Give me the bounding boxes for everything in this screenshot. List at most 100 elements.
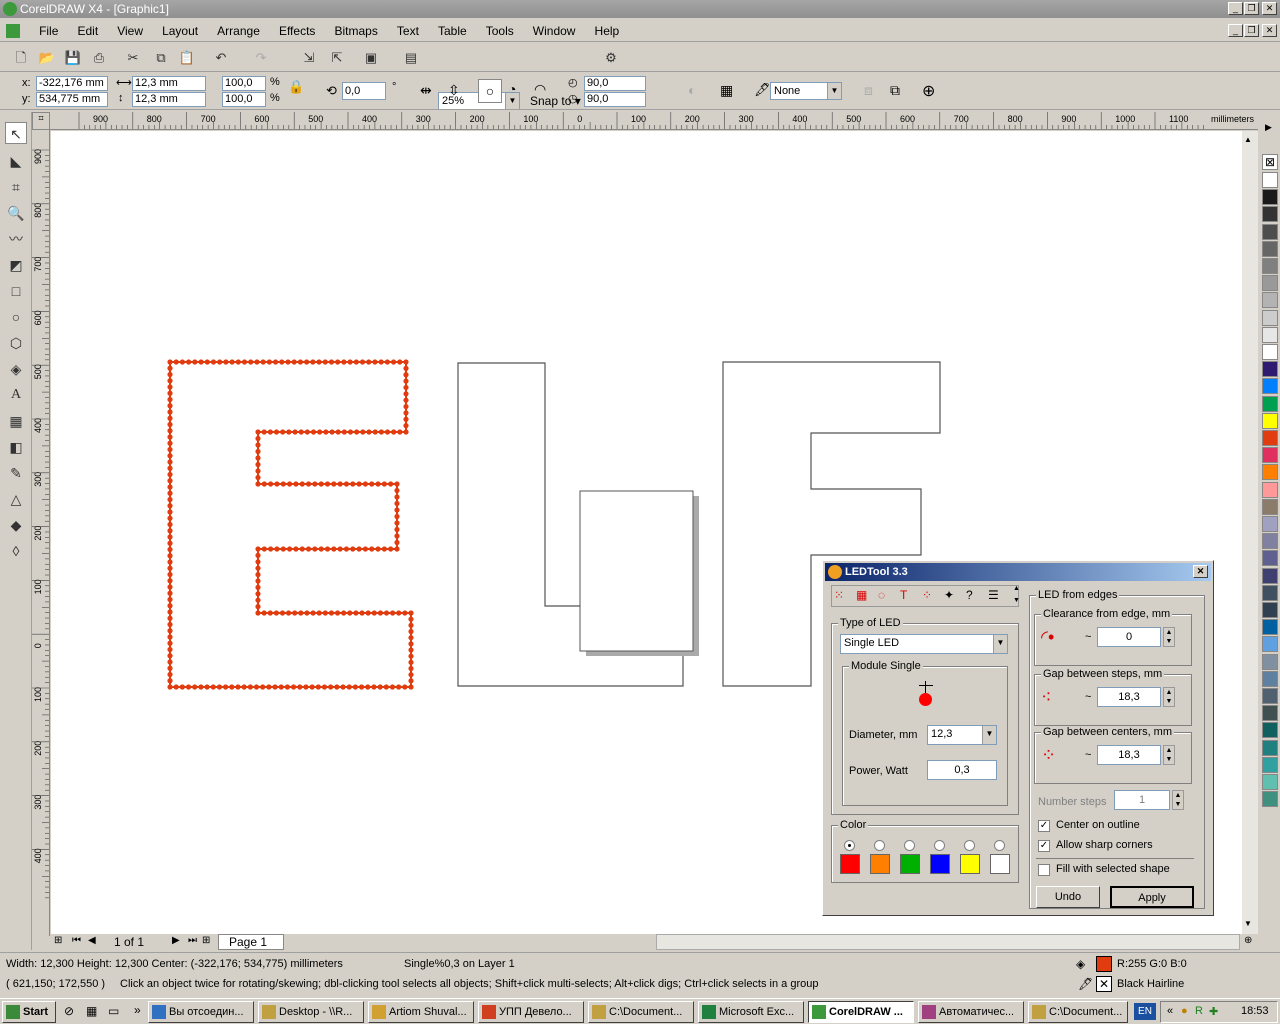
mirror-horizontal-icon[interactable]: ⇹ bbox=[420, 82, 432, 99]
color-radio-green[interactable] bbox=[904, 840, 915, 851]
width-field[interactable]: 12,3 mm bbox=[132, 76, 206, 91]
doc-minimize-button[interactable]: _ bbox=[1228, 24, 1243, 37]
palette-swatch[interactable] bbox=[1262, 602, 1278, 618]
menu-layout[interactable]: Layout bbox=[154, 20, 206, 42]
gap-centers-field[interactable]: 18,3 bbox=[1097, 745, 1161, 765]
menu-table[interactable]: Table bbox=[430, 20, 475, 42]
to-back-icon[interactable]: ⧈ bbox=[864, 82, 873, 99]
start-button[interactable]: Start bbox=[2, 1001, 56, 1023]
color-radio-white[interactable] bbox=[994, 840, 1005, 851]
fill-with-shape-checkbox[interactable] bbox=[1038, 864, 1050, 876]
task-button-9[interactable]: C:\Document... bbox=[1028, 1001, 1128, 1023]
menu-tools[interactable]: Tools bbox=[478, 20, 522, 42]
outline-color-swatch[interactable]: ✕ bbox=[1096, 976, 1112, 992]
end-angle-field[interactable]: 90,0 bbox=[584, 92, 646, 107]
close-button[interactable]: ✕ bbox=[1262, 2, 1277, 15]
quicklaunch-icon-3[interactable]: ▭ bbox=[108, 1004, 119, 1018]
palette-swatch[interactable] bbox=[1262, 378, 1278, 395]
document-icon[interactable] bbox=[6, 24, 20, 38]
palette-swatch[interactable] bbox=[1262, 395, 1278, 412]
allow-sharp-corners-checkbox[interactable]: ✓ bbox=[1038, 840, 1050, 852]
arc-shape-icon[interactable]: ◠ bbox=[534, 81, 546, 98]
clearance-spinner-icon[interactable]: ▲ ▼ bbox=[1163, 627, 1175, 647]
led-circle-icon[interactable]: ◌ bbox=[878, 588, 885, 602]
copy-icon[interactable]: ⧉ bbox=[150, 48, 172, 68]
palette-swatch[interactable] bbox=[1262, 412, 1278, 429]
undo-button[interactable]: Undo bbox=[1036, 886, 1100, 908]
color-radio-red[interactable] bbox=[844, 840, 855, 851]
palette-swatch[interactable] bbox=[1262, 516, 1278, 532]
menu-text[interactable]: Text bbox=[389, 20, 427, 42]
palette-swatch[interactable] bbox=[1262, 240, 1278, 257]
save-icon[interactable]: 💾 bbox=[62, 48, 84, 68]
palette-swatch[interactable] bbox=[1262, 275, 1278, 292]
paste-icon[interactable]: 📋 bbox=[176, 48, 198, 68]
wrap-text-icon[interactable]: ▦ bbox=[720, 82, 733, 99]
palette-swatch[interactable] bbox=[1262, 464, 1278, 481]
palette-swatch[interactable] bbox=[1262, 430, 1278, 446]
clearance-field[interactable]: 0 bbox=[1097, 627, 1161, 647]
color-radio-orange[interactable] bbox=[874, 840, 885, 851]
scroll-down-icon[interactable]: ▼ bbox=[1244, 919, 1252, 928]
freehand-tool-icon[interactable]: 〰 bbox=[5, 228, 27, 250]
gap-steps-spinner-icon[interactable]: ▲ ▼ bbox=[1163, 687, 1175, 707]
led-grid-icon-1[interactable]: ⁙ bbox=[834, 588, 844, 602]
task-button-6[interactable]: Microsoft Exc... bbox=[698, 1001, 804, 1023]
ellipse-shape-icon[interactable]: ○ bbox=[478, 79, 502, 103]
scale-y-field[interactable]: 100,0 bbox=[222, 92, 266, 107]
first-page-icon[interactable]: ⏮ bbox=[72, 935, 81, 946]
outline-width-select[interactable]: None ▼ bbox=[770, 82, 842, 100]
quicklaunch-icon-1[interactable]: ⊘ bbox=[64, 1004, 74, 1018]
options-icon[interactable]: ⚙ bbox=[600, 48, 622, 68]
palette-swatch[interactable] bbox=[1262, 206, 1278, 223]
color-swatch-orange[interactable] bbox=[870, 854, 890, 874]
tray-icon-2[interactable]: R bbox=[1195, 1005, 1203, 1017]
led-matrix-icon[interactable]: ⁘ bbox=[922, 588, 932, 602]
palette-swatch[interactable] bbox=[1262, 722, 1278, 739]
cut-icon[interactable]: ✂ bbox=[122, 48, 144, 68]
palette-swatch[interactable] bbox=[1262, 498, 1278, 515]
palette-swatch[interactable] bbox=[1262, 791, 1278, 808]
doc-close-button[interactable]: ✕ bbox=[1262, 24, 1277, 37]
list-icon[interactable]: ☰ bbox=[988, 588, 999, 602]
color-radio-yellow[interactable] bbox=[964, 840, 975, 851]
polygon-tool-icon[interactable]: ⬡ bbox=[5, 332, 27, 354]
next-page-icon[interactable]: ▶ bbox=[172, 935, 180, 946]
palette-swatch[interactable] bbox=[1262, 756, 1278, 773]
redo-icon[interactable]: ↷ bbox=[250, 48, 272, 68]
y-position-field[interactable]: 534,775 mm bbox=[36, 92, 108, 107]
palette-swatch[interactable] bbox=[1262, 619, 1278, 636]
palette-swatch[interactable] bbox=[1262, 292, 1278, 309]
color-swatch-blue[interactable] bbox=[930, 854, 950, 874]
height-field[interactable]: 12,3 mm bbox=[132, 92, 206, 107]
task-button-3[interactable]: Artiom Shuval... bbox=[368, 1001, 474, 1023]
last-page-icon[interactable]: ⏭ bbox=[188, 935, 197, 946]
language-indicator[interactable]: EN bbox=[1134, 1003, 1156, 1020]
doc-restore-button[interactable]: ❐ bbox=[1244, 24, 1259, 37]
maximize-button[interactable]: ❐ bbox=[1244, 2, 1259, 15]
center-on-outline-checkbox[interactable]: ✓ bbox=[1038, 820, 1050, 832]
task-button-7[interactable]: CorelDRAW ... bbox=[808, 1001, 914, 1023]
shape-tool-icon[interactable]: ◣ bbox=[5, 150, 27, 172]
palette-swatch[interactable] bbox=[1262, 172, 1278, 188]
tray-icon-1[interactable]: ● bbox=[1181, 1005, 1188, 1017]
zoom-tool-icon[interactable]: 🔍 bbox=[5, 202, 27, 224]
color-swatch-red[interactable] bbox=[840, 854, 860, 874]
zoom-navigator-icon[interactable]: ⊕ bbox=[1244, 935, 1252, 946]
crop-tool-icon[interactable]: ⌗ bbox=[5, 176, 27, 198]
menu-help[interactable]: Help bbox=[587, 20, 628, 42]
palette-swatch[interactable] bbox=[1262, 447, 1278, 464]
pie-shape-icon[interactable]: ◔ bbox=[508, 81, 516, 97]
palette-swatch[interactable] bbox=[1262, 688, 1278, 704]
interactive-fill-tool-icon[interactable]: ◊ bbox=[5, 540, 27, 562]
to-front-icon[interactable]: ⧉ bbox=[890, 82, 900, 99]
no-fill-swatch-icon[interactable]: ⊠ bbox=[1262, 154, 1278, 170]
x-position-field[interactable]: -322,176 mm bbox=[36, 76, 108, 91]
prev-page-icon[interactable]: ◀ bbox=[88, 935, 96, 946]
menu-effects[interactable]: Effects bbox=[271, 20, 323, 42]
open-icon[interactable]: 📂 bbox=[36, 48, 58, 68]
color-swatch-white[interactable] bbox=[990, 854, 1010, 874]
gap-steps-field[interactable]: 18,3 bbox=[1097, 687, 1161, 707]
fill-tool-icon[interactable]: ◆ bbox=[5, 514, 27, 536]
diameter-select[interactable]: 12,3 ▼ bbox=[927, 725, 997, 745]
